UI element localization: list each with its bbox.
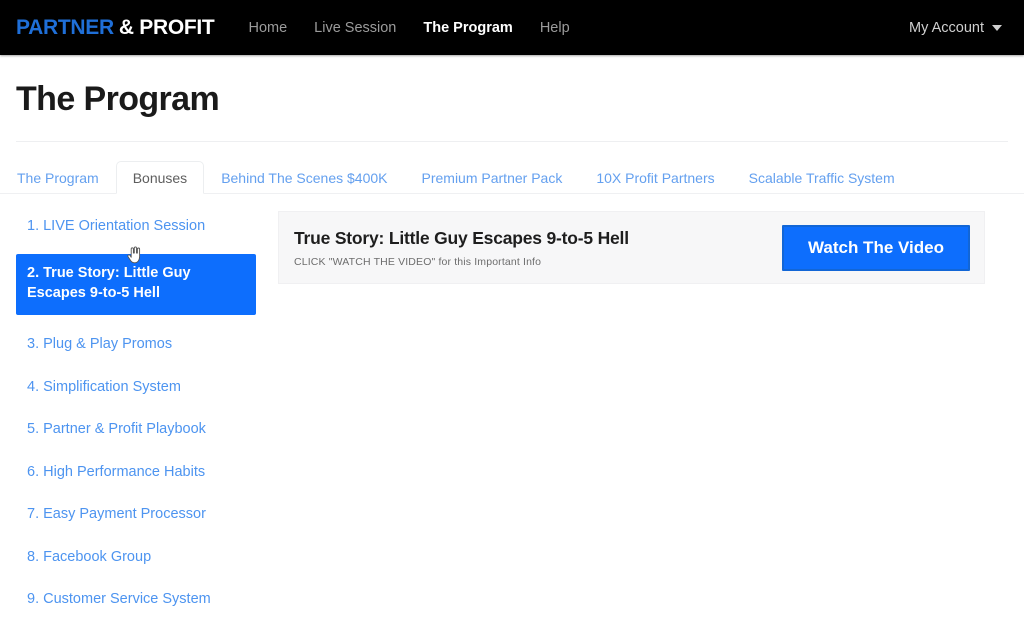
main-panel: True Story: Little Guy Escapes 9-to-5 He… [278, 211, 985, 627]
chevron-down-icon [992, 24, 1002, 31]
tab-scalable-traffic-system[interactable]: Scalable Traffic System [732, 161, 912, 194]
sidebar-item-1[interactable]: 1. LIVE Orientation Session [16, 211, 256, 243]
top-navigation-bar: PARTNER & PROFIT Home Live Session The P… [0, 0, 1024, 55]
my-account-label: My Account [909, 19, 984, 36]
tab-bonuses[interactable]: Bonuses [115, 161, 205, 195]
lesson-card-text: True Story: Little Guy Escapes 9-to-5 He… [294, 228, 782, 268]
title-divider [16, 141, 1008, 143]
content-area: 1. LIVE Orientation Session 2. True Stor… [0, 194, 1024, 627]
nav-item-the-program[interactable]: The Program [423, 20, 512, 36]
sidebar-item-9[interactable]: 9. Customer Service System [16, 584, 256, 616]
nav-item-home[interactable]: Home [248, 20, 287, 36]
tab-bar: The Program Bonuses Behind The Scenes $4… [0, 161, 1024, 195]
sidebar-item-7[interactable]: 7. Easy Payment Processor [16, 499, 256, 531]
my-account-menu[interactable]: My Account [909, 20, 1002, 36]
lesson-title: True Story: Little Guy Escapes 9-to-5 He… [294, 227, 629, 248]
tab-the-program[interactable]: The Program [16, 161, 116, 194]
main-nav-links: Home Live Session The Program Help [248, 20, 569, 36]
lesson-card: True Story: Little Guy Escapes 9-to-5 He… [278, 211, 985, 285]
lesson-subtitle: CLICK "WATCH THE VIDEO" for this Importa… [294, 255, 542, 268]
logo-text-profit: & PROFIT [118, 15, 215, 39]
site-logo[interactable]: PARTNER & PROFIT [16, 15, 215, 40]
sidebar-item-8[interactable]: 8. Facebook Group [16, 542, 256, 574]
tab-premium-partner-pack[interactable]: Premium Partner Pack [405, 161, 580, 194]
nav-item-help[interactable]: Help [540, 20, 570, 36]
tab-behind-the-scenes[interactable]: Behind The Scenes $400K [204, 161, 404, 194]
lesson-sidebar: 1. LIVE Orientation Session 2. True Stor… [16, 211, 256, 627]
logo-text-partner: PARTNER [16, 15, 114, 39]
tab-10x-profit-partners[interactable]: 10X Profit Partners [579, 161, 731, 194]
sidebar-item-2[interactable]: 2. True Story: Little Guy Escapes 9-to-5… [16, 253, 256, 316]
sidebar-item-5[interactable]: 5. Partner & Profit Playbook [16, 414, 256, 446]
page-title: The Program [16, 80, 220, 118]
sidebar-item-4[interactable]: 4. Simplification System [16, 372, 256, 404]
nav-item-live-session[interactable]: Live Session [314, 20, 396, 36]
sidebar-item-6[interactable]: 6. High Performance Habits [16, 457, 256, 489]
watch-the-video-button[interactable]: Watch The Video [781, 225, 970, 271]
sidebar-item-3[interactable]: 3. Plug & Play Promos [16, 329, 256, 361]
